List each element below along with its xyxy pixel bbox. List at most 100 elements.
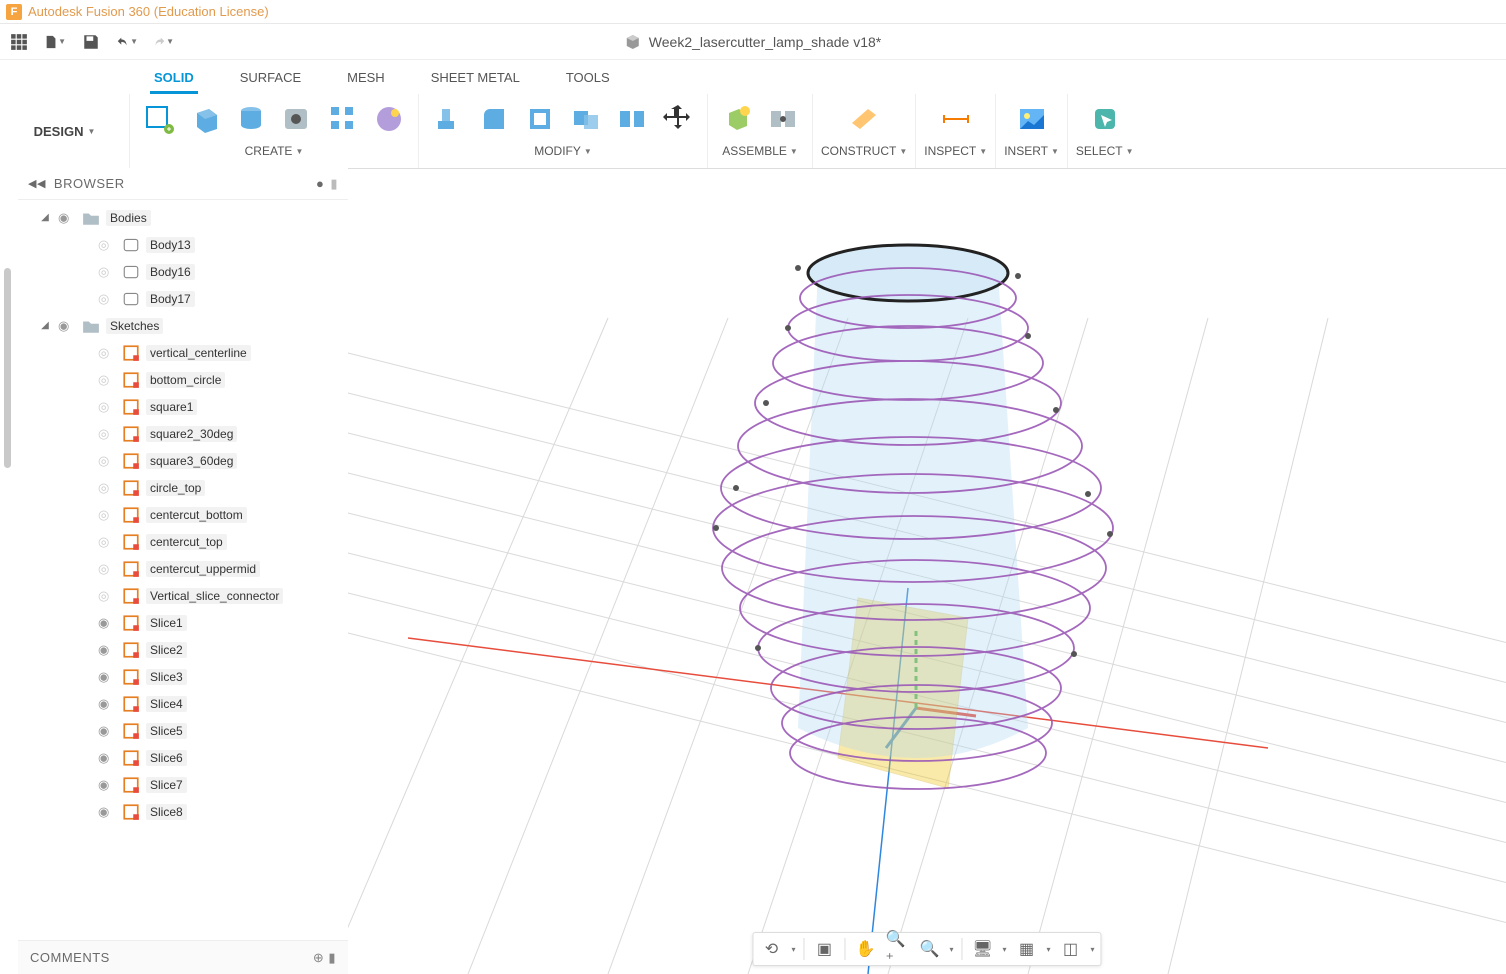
browser-pin-icon[interactable]: ▮ [330,176,338,192]
sketch-item[interactable]: ◉ Slice4 [18,690,348,717]
select-icon[interactable] [1084,98,1126,140]
sketch-item[interactable]: ◎ square2_30deg [18,420,348,447]
visibility-icon[interactable]: ◉ [58,210,76,226]
measure-icon[interactable] [935,98,977,140]
viewport[interactable]: ⟲▾ ▣ ✋ 🔍⁺ 🔍▾ 🖥▾ ▦▾ ◫▾ [348,168,1506,974]
visibility-icon[interactable]: ◉ [98,723,116,739]
visibility-icon[interactable]: ◎ [98,291,116,307]
tab-tools[interactable]: TOOLS [562,70,614,85]
display-settings-icon[interactable]: 🖥 [970,937,994,961]
group-label-insert[interactable]: INSERT▼ [1004,144,1059,158]
visibility-icon[interactable]: ◎ [98,345,116,361]
group-label-construct[interactable]: CONSTRUCT▼ [821,144,907,158]
file-menu-icon[interactable]: ▼ [44,31,66,53]
visibility-icon[interactable]: ◎ [98,480,116,496]
viewport-layout-icon[interactable]: ◫ [1059,937,1083,961]
split-icon[interactable] [611,98,653,140]
zoom-icon[interactable]: 🔍⁺ [885,937,909,961]
sketch-item[interactable]: ◎ vertical_centerline [18,339,348,366]
visibility-icon[interactable]: ◎ [98,264,116,280]
pan-icon[interactable]: ✋ [853,937,877,961]
visibility-icon[interactable]: ◎ [98,453,116,469]
save-icon[interactable] [80,31,102,53]
insert-image-icon[interactable] [1011,98,1053,140]
hole-icon[interactable] [276,98,318,140]
folder-bodies[interactable]: ◢ ◉ Bodies [18,204,348,231]
browser-settings-icon[interactable]: ● [316,176,324,192]
undo-icon[interactable]: ▼ [116,31,138,53]
visibility-icon[interactable]: ◎ [98,561,116,577]
visibility-icon[interactable]: ◉ [98,777,116,793]
visibility-icon[interactable]: ◎ [98,372,116,388]
visibility-icon[interactable]: ◎ [98,399,116,415]
sketch-item[interactable]: ◉ Slice3 [18,663,348,690]
shell-icon[interactable] [519,98,561,140]
comments-header[interactable]: COMMENTS ⊕ ▮ [18,940,348,974]
presspull-icon[interactable] [427,98,469,140]
visibility-icon[interactable]: ◎ [98,534,116,550]
tab-solid[interactable]: SOLID [150,70,198,94]
sketch-icon[interactable] [138,98,180,140]
form-icon[interactable] [368,98,410,140]
combine-icon[interactable] [565,98,607,140]
sketch-icon [122,533,140,551]
collapse-browser-icon[interactable]: ◀◀ [28,177,46,190]
group-label-modify[interactable]: MODIFY▼ [534,144,592,158]
body-item[interactable]: ◎ Body16 [18,258,348,285]
look-at-icon[interactable]: ▣ [812,937,836,961]
visibility-icon[interactable]: ◎ [98,426,116,442]
cylinder-icon[interactable] [230,98,272,140]
new-component-icon[interactable] [716,98,758,140]
tab-surface[interactable]: SURFACE [236,70,305,85]
sketch-item[interactable]: ◎ centercut_bottom [18,501,348,528]
folder-sketches[interactable]: ◢ ◉ Sketches [18,312,348,339]
sketch-item[interactable]: ◎ centercut_uppermid [18,555,348,582]
visibility-icon[interactable]: ◉ [58,318,76,334]
sketch-item[interactable]: ◎ circle_top [18,474,348,501]
visibility-icon[interactable]: ◉ [98,750,116,766]
sketch-item[interactable]: ◎ Vertical_slice_connector [18,582,348,609]
redo-icon[interactable]: ▼ [152,31,174,53]
visibility-icon[interactable]: ◉ [98,804,116,820]
body-item[interactable]: ◎ Body13 [18,231,348,258]
visibility-icon[interactable]: ◉ [98,696,116,712]
document-title[interactable]: Week2_lasercutter_lamp_shade v18* [625,34,881,50]
sketch-item[interactable]: ◉ Slice6 [18,744,348,771]
sketch-item[interactable]: ◎ square1 [18,393,348,420]
group-label-inspect[interactable]: INSPECT▼ [924,144,987,158]
visibility-icon[interactable]: ◉ [98,669,116,685]
joint-icon[interactable] [762,98,804,140]
visibility-icon[interactable]: ◎ [98,507,116,523]
sketch-item[interactable]: ◎ bottom_circle [18,366,348,393]
browser-scrollbar[interactable] [4,268,11,468]
sketch-item[interactable]: ◉ Slice5 [18,717,348,744]
sketch-item[interactable]: ◎ centercut_top [18,528,348,555]
sketch-item[interactable]: ◉ Slice2 [18,636,348,663]
tab-sheet-metal[interactable]: SHEET METAL [427,70,524,85]
move-icon[interactable] [657,98,699,140]
pattern-icon[interactable] [322,98,364,140]
grid-menu-icon[interactable] [8,31,30,53]
body-item[interactable]: ◎ Body17 [18,285,348,312]
browser-header[interactable]: ◀◀ BROWSER ● ▮ [18,168,348,200]
workspace-selector[interactable]: DESIGN▼ [0,94,130,168]
visibility-icon[interactable]: ◉ [98,642,116,658]
fillet-icon[interactable] [473,98,515,140]
grid-settings-icon[interactable]: ▦ [1015,937,1039,961]
sketch-item[interactable]: ◉ Slice8 [18,798,348,825]
fit-icon[interactable]: 🔍 [917,937,941,961]
box-icon[interactable] [184,98,226,140]
sketch-item[interactable]: ◉ Slice7 [18,771,348,798]
sketch-item[interactable]: ◉ Slice1 [18,609,348,636]
plane-icon[interactable] [843,98,885,140]
add-comment-icon[interactable]: ⊕ ▮ [313,950,336,966]
group-label-select[interactable]: SELECT▼ [1076,144,1134,158]
visibility-icon[interactable]: ◎ [98,237,116,253]
sketch-item[interactable]: ◎ square3_60deg [18,447,348,474]
group-label-assemble[interactable]: ASSEMBLE▼ [722,144,798,158]
group-label-create[interactable]: CREATE▼ [245,144,304,158]
tab-mesh[interactable]: MESH [343,70,389,85]
visibility-icon[interactable]: ◉ [98,615,116,631]
visibility-icon[interactable]: ◎ [98,588,116,604]
orbit-icon[interactable]: ⟲ [759,937,783,961]
